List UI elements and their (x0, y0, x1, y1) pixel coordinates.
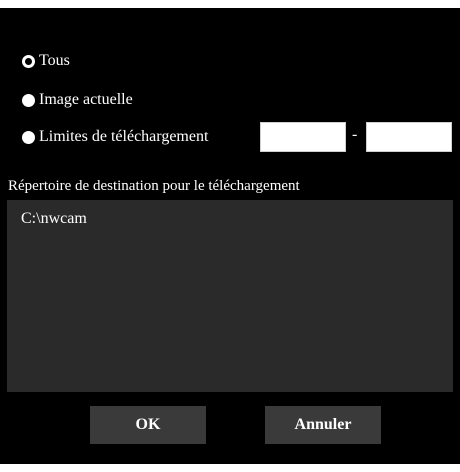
cancel-button[interactable]: Annuler (265, 406, 381, 444)
option-all[interactable]: Tous (22, 51, 70, 71)
radio-all-selected-icon[interactable] (22, 54, 35, 68)
radio-current-image-icon[interactable] (22, 93, 35, 107)
download-dialog: Tous Image actuelle Limites de télécharg… (0, 8, 460, 464)
ok-button[interactable]: OK (90, 406, 206, 444)
option-current-image[interactable]: Image actuelle (22, 90, 133, 110)
option-all-label: Tous (39, 52, 70, 69)
option-download-limits[interactable]: Limites de téléchargement (22, 127, 208, 147)
destination-folder-field[interactable]: C:\nwcam (7, 200, 453, 392)
option-download-limits-label: Limites de téléchargement (39, 128, 209, 145)
range-separator: - (352, 126, 358, 143)
destination-label: Répertoire de destination pour le téléch… (8, 178, 300, 194)
destination-path: C:\nwcam (21, 210, 87, 227)
range-from-input[interactable] (260, 122, 346, 152)
radio-download-limits-icon[interactable] (22, 130, 35, 144)
option-current-image-label: Image actuelle (39, 91, 133, 108)
range-to-input[interactable] (366, 122, 452, 152)
